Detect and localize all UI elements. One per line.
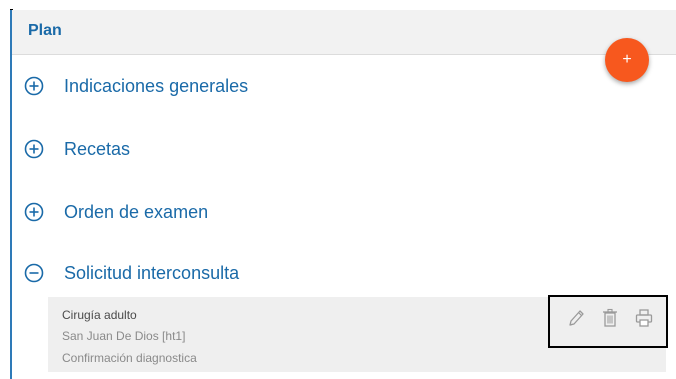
plus-circle-icon — [24, 76, 44, 96]
pencil-icon[interactable] — [566, 307, 586, 329]
trash-icon[interactable] — [600, 307, 620, 329]
minus-circle-icon — [24, 263, 44, 283]
section-recetas[interactable]: Recetas — [24, 135, 130, 163]
section-orden-de-examen[interactable]: Orden de examen — [24, 198, 208, 226]
print-icon[interactable] — [634, 307, 654, 329]
section-label: Recetas — [64, 138, 131, 159]
section-label: Indicaciones generales — [64, 75, 249, 96]
interconsulta-title: Cirugía adulto — [62, 308, 137, 322]
panel-title: Plan — [28, 22, 62, 39]
add-fab-button[interactable]: + — [605, 38, 649, 82]
interconsulta-reason: Confirmación diagnostica — [62, 351, 197, 365]
section-label: Solicitud interconsulta — [64, 262, 240, 283]
section-solicitud-interconsulta[interactable]: Solicitud interconsulta — [24, 259, 239, 287]
item-actions — [548, 295, 668, 348]
fab-plus-label: + — [622, 51, 632, 68]
section-indicaciones-generales[interactable]: Indicaciones generales — [24, 72, 248, 100]
section-label: Orden de examen — [64, 201, 209, 222]
plus-circle-icon — [24, 202, 44, 222]
plus-circle-icon — [24, 139, 44, 159]
interconsulta-location: San Juan De Dios [ht1] — [62, 329, 186, 343]
panel-header: Plan — [12, 10, 676, 55]
